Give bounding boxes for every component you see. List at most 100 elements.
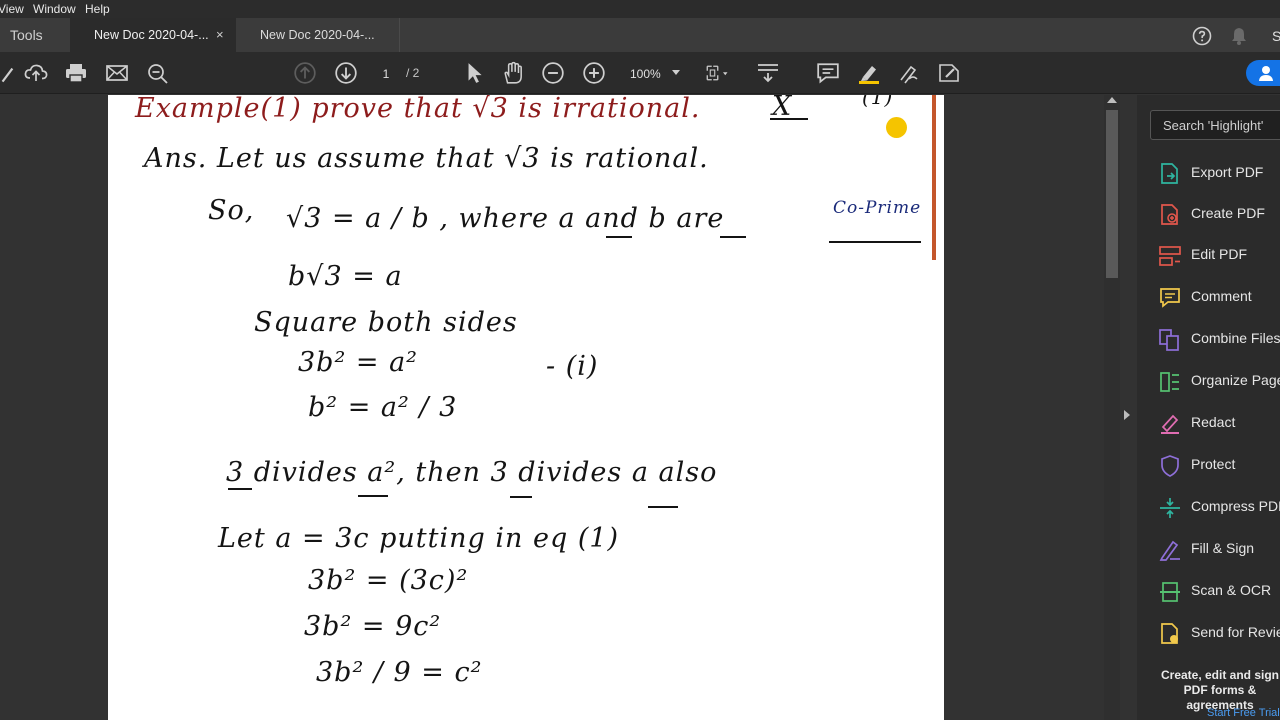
tab-tools[interactable]: Tools xyxy=(10,27,43,43)
menu-window[interactable]: Window xyxy=(33,2,76,16)
tab-label: New Doc 2020-04-... xyxy=(94,28,209,42)
user-icon xyxy=(1259,66,1273,81)
tool-edit-pdf[interactable]: Edit PDF xyxy=(1158,242,1280,268)
handwritten-line: So, xyxy=(208,195,255,226)
underline xyxy=(829,241,921,243)
tab-close-icon[interactable]: × xyxy=(216,27,224,42)
handwritten-annotation: Co-Prime xyxy=(833,198,922,218)
fill-sign-icon xyxy=(1159,540,1180,561)
highlight-pen-icon[interactable] xyxy=(857,61,881,85)
handwritten-line: b√3 = a xyxy=(288,261,403,292)
zoom-in-icon[interactable] xyxy=(582,61,606,85)
account-initial-icon[interactable]: S xyxy=(1270,26,1280,46)
select-cursor-icon[interactable] xyxy=(462,61,486,85)
tool-label: Comment xyxy=(1191,288,1252,304)
start-free-trial-link[interactable]: Start Free Trial xyxy=(1207,707,1280,719)
upload-cloud-icon[interactable] xyxy=(24,61,48,85)
scrollbar-thumb[interactable] xyxy=(1106,110,1118,278)
tab-bar: Tools New Doc 2020-04-... × New Doc 2020… xyxy=(0,18,1280,52)
scroll-up-arrow-icon[interactable] xyxy=(1107,97,1117,103)
tool-protect[interactable]: Protect xyxy=(1158,452,1280,478)
email-icon[interactable] xyxy=(105,61,129,85)
tool-label: Redact xyxy=(1191,414,1236,430)
tool-redact[interactable]: Redact xyxy=(1158,410,1280,436)
tool-combine-files[interactable]: Combine Files xyxy=(1158,326,1280,352)
tab-label: New Doc 2020-04-... xyxy=(260,28,375,42)
current-page-input[interactable]: 1 xyxy=(370,62,402,86)
tool-label: Edit PDF xyxy=(1191,246,1248,262)
handwritten-line: 3 divides a², then 3 divides a also xyxy=(226,457,718,488)
tool-label: Fill & Sign xyxy=(1191,540,1255,556)
tool-create-pdf[interactable]: Create PDF xyxy=(1158,201,1280,227)
fit-page-icon[interactable] xyxy=(705,61,729,85)
handwritten-line: Ans. Let us assume that √3 is rational. xyxy=(144,143,709,174)
share-user-button[interactable] xyxy=(1246,60,1280,86)
previous-page-icon[interactable] xyxy=(293,61,317,85)
tool-fill-sign[interactable]: Fill & Sign xyxy=(1158,536,1280,562)
sign-pen-icon[interactable] xyxy=(0,62,20,86)
next-page-icon[interactable] xyxy=(334,61,358,85)
tab-document-active[interactable]: New Doc 2020-04-... xyxy=(70,18,236,52)
draw-pen-icon[interactable] xyxy=(897,61,921,85)
tool-compress-pdf[interactable]: Compress PDF xyxy=(1158,494,1280,520)
underline xyxy=(358,495,388,497)
total-pages-label: / 2 xyxy=(406,66,420,80)
create-pdf-icon xyxy=(1161,204,1178,225)
menu-view[interactable]: View xyxy=(0,2,24,16)
handwritten-line: 3b² = 9c² xyxy=(304,611,442,642)
edit-pdf-icon xyxy=(1159,246,1181,266)
tool-label: Compress PDF xyxy=(1191,498,1280,514)
page-edge-marker xyxy=(932,95,936,260)
handwritten-equation-label: - (i) xyxy=(546,351,599,382)
protect-icon xyxy=(1161,455,1179,477)
redact-icon xyxy=(1161,414,1179,434)
handwritten-line: 3b² / 9 = c² xyxy=(316,657,483,688)
svg-text:S: S xyxy=(1272,28,1280,44)
tools-search-input[interactable]: Search 'Highlight' xyxy=(1150,110,1280,140)
export-pdf-icon xyxy=(1161,163,1178,184)
tool-label: Export PDF xyxy=(1191,164,1264,180)
tool-export-pdf[interactable]: Export PDF xyxy=(1158,160,1280,186)
handwritten-line: 3b² = (3c)² xyxy=(308,565,469,596)
tool-send-for-review[interactable]: Send for Review xyxy=(1158,620,1280,646)
tool-label: Create PDF xyxy=(1191,205,1265,221)
handwritten-question-number: (1) xyxy=(862,95,894,109)
print-icon[interactable] xyxy=(64,61,88,85)
chevron-down-icon[interactable] xyxy=(672,70,680,75)
compress-pdf-icon xyxy=(1160,498,1180,518)
panel-collapse-arrow-icon[interactable] xyxy=(1124,410,1130,420)
comment-icon xyxy=(1160,288,1180,308)
handwritten-line: Let a = 3c putting in eq (1) xyxy=(218,523,620,554)
underline xyxy=(648,506,678,508)
tool-label: Protect xyxy=(1191,456,1236,472)
handwritten-line: 3b² = a² xyxy=(298,347,418,378)
underline xyxy=(770,118,808,120)
tab-document[interactable]: New Doc 2020-04-... xyxy=(240,18,400,52)
hand-tool-icon[interactable] xyxy=(501,61,525,85)
organize-pages-icon xyxy=(1160,372,1179,392)
pdf-page[interactable]: Example(1) prove that √3 is irrational. … xyxy=(108,95,944,720)
scroll-mode-icon[interactable] xyxy=(756,61,780,85)
underline xyxy=(720,236,746,238)
tool-label: Scan & OCR xyxy=(1191,582,1272,598)
underline xyxy=(606,236,632,238)
send-review-icon xyxy=(1161,623,1178,644)
handwritten-line: b² = a² / 3 xyxy=(308,392,458,423)
tool-comment[interactable]: Comment xyxy=(1158,284,1280,310)
zoom-search-icon[interactable] xyxy=(146,61,170,85)
notifications-bell-icon[interactable] xyxy=(1230,26,1248,46)
menu-bar: View Window Help xyxy=(0,0,1280,18)
tool-organize-pages[interactable]: Organize Pages xyxy=(1158,368,1280,394)
scan-ocr-icon xyxy=(1160,582,1180,602)
zoom-out-icon[interactable] xyxy=(541,61,565,85)
highlight-marker[interactable] xyxy=(886,117,907,138)
tool-scan-ocr[interactable]: Scan & OCR xyxy=(1158,578,1280,604)
help-icon[interactable] xyxy=(1192,26,1212,46)
menu-help[interactable]: Help xyxy=(85,2,110,16)
handwritten-line: Example(1) prove that √3 is irrational. xyxy=(135,95,701,124)
comment-icon[interactable] xyxy=(816,61,840,85)
tool-label: Send for Review xyxy=(1191,624,1280,640)
fill-sign-tool-icon[interactable] xyxy=(937,61,961,85)
combine-files-icon xyxy=(1159,329,1179,351)
handwritten-line: √3 = a / b , where a and b are xyxy=(286,203,725,234)
